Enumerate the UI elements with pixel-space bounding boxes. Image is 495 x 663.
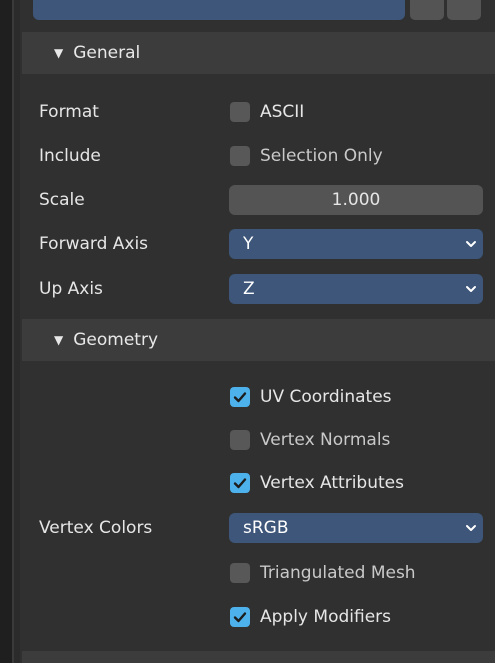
checkbox-unchecked-icon[interactable]: [230, 146, 250, 166]
triangulated-mesh-label: Triangulated Mesh: [260, 563, 416, 583]
up-axis-value: Z: [243, 279, 255, 299]
scale-row: Scale 1.000: [0, 182, 495, 218]
scale-field[interactable]: 1.000: [229, 185, 483, 215]
checkmark-icon[interactable]: [230, 473, 250, 493]
triangulated-mesh-row: Triangulated Mesh: [0, 555, 495, 591]
checkbox-unchecked-icon[interactable]: [230, 430, 250, 450]
up-axis-label: Up Axis: [39, 279, 103, 299]
checkbox-unchecked-icon[interactable]: [230, 563, 250, 583]
vertex-normals-row: Vertex Normals: [0, 422, 495, 458]
include-row: Include Selection Only: [0, 138, 495, 174]
format-ascii-checkbox[interactable]: ASCII: [230, 94, 304, 130]
geometry-section-header[interactable]: ▼ Geometry: [22, 319, 495, 361]
up-axis-row: Up Axis Z: [0, 271, 495, 307]
uv-coordinates-label: UV Coordinates: [260, 387, 392, 407]
triangle-down-icon: ▼: [54, 46, 64, 60]
vertex-attributes-label: Vertex Attributes: [260, 473, 404, 493]
top-button-1[interactable]: [410, 0, 444, 20]
forward-axis-value: Y: [243, 234, 254, 254]
checkmark-icon[interactable]: [230, 607, 250, 627]
selection-only-label: Selection Only: [260, 146, 383, 166]
apply-modifiers-row: Apply Modifiers: [0, 599, 495, 635]
format-ascii-label: ASCII: [260, 102, 305, 122]
checkmark-icon[interactable]: [230, 387, 250, 407]
forward-axis-label: Forward Axis: [39, 234, 149, 254]
general-section-header[interactable]: ▼ General: [22, 32, 495, 74]
format-label: Format: [39, 102, 99, 122]
selection-only-checkbox[interactable]: Selection Only: [230, 138, 383, 174]
uv-coordinates-row: UV Coordinates: [0, 379, 495, 415]
vertex-attributes-row: Vertex Attributes: [0, 465, 495, 501]
filepath-field[interactable]: [33, 0, 405, 20]
chevron-down-icon: [466, 241, 476, 247]
vertex-attributes-checkbox[interactable]: Vertex Attributes: [230, 465, 404, 501]
vertex-normals-label: Vertex Normals: [260, 430, 391, 450]
triangle-down-icon: ▼: [54, 333, 64, 347]
uv-coordinates-checkbox[interactable]: UV Coordinates: [230, 379, 392, 415]
chevron-down-icon: [466, 525, 476, 531]
apply-modifiers-label: Apply Modifiers: [260, 607, 391, 627]
include-label: Include: [39, 146, 101, 166]
up-axis-dropdown[interactable]: Z: [229, 274, 483, 304]
vertex-normals-checkbox[interactable]: Vertex Normals: [230, 422, 390, 458]
triangulated-mesh-checkbox[interactable]: Triangulated Mesh: [230, 555, 416, 591]
general-section-title: General: [73, 43, 141, 63]
next-section-header-edge[interactable]: [22, 651, 495, 663]
forward-axis-row: Forward Axis Y: [0, 226, 495, 262]
checkbox-unchecked-icon[interactable]: [230, 102, 250, 122]
geometry-section-title: Geometry: [73, 330, 159, 350]
chevron-down-icon: [466, 286, 476, 292]
vertex-colors-label: Vertex Colors: [39, 518, 153, 538]
top-button-2[interactable]: [447, 0, 481, 20]
vertex-colors-row: Vertex Colors sRGB: [0, 510, 495, 546]
vertex-colors-value: sRGB: [243, 518, 289, 538]
apply-modifiers-checkbox[interactable]: Apply Modifiers: [230, 599, 391, 635]
vertex-colors-dropdown[interactable]: sRGB: [229, 513, 483, 543]
forward-axis-dropdown[interactable]: Y: [229, 229, 483, 259]
format-row: Format ASCII: [0, 94, 495, 130]
scale-label: Scale: [39, 190, 85, 210]
